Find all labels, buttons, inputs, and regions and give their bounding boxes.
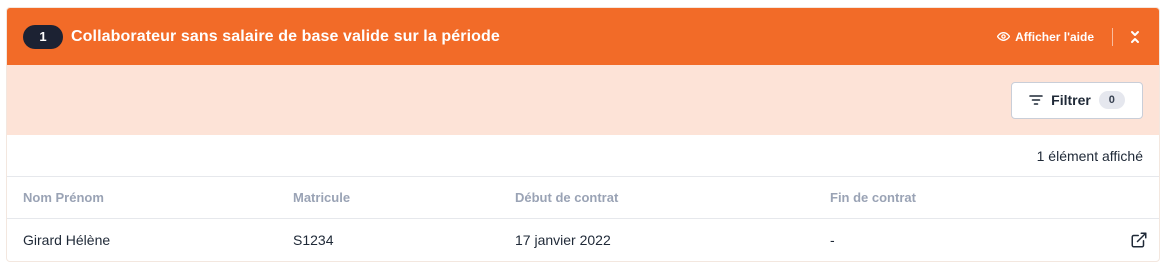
panel-title: Collaborateur sans salaire de base valid…	[71, 27, 500, 45]
filter-toolbar: Filtrer 0	[7, 65, 1159, 135]
result-count: 1 élément affiché	[7, 135, 1159, 177]
filter-lines-icon	[1029, 95, 1043, 105]
cell-matricule: S1234	[293, 232, 334, 248]
collapse-button[interactable]	[1127, 27, 1143, 47]
cell-start-date: 17 janvier 2022	[515, 232, 611, 248]
anomaly-panel: 1 Collaborateur sans salaire de base val…	[6, 7, 1160, 262]
header-divider	[1112, 27, 1113, 46]
count-badge: 1	[23, 24, 63, 49]
cell-name: Girard Hélène	[23, 232, 111, 248]
column-header-end-date[interactable]: Fin de contrat	[830, 190, 1159, 205]
eye-icon	[997, 32, 1011, 41]
filter-button[interactable]: Filtrer 0	[1011, 81, 1143, 119]
external-link-icon	[1131, 232, 1147, 248]
column-header-name[interactable]: Nom Prénom	[23, 190, 293, 205]
panel-header: 1 Collaborateur sans salaire de base val…	[7, 8, 1159, 65]
cell-end-date: -	[830, 232, 835, 248]
show-help-label: Afficher l'aide	[1015, 29, 1094, 44]
show-help-button[interactable]: Afficher l'aide	[997, 30, 1094, 44]
filter-label: Filtrer	[1051, 92, 1091, 108]
table-row[interactable]: Girard Hélène S1234 17 janvier 2022 -	[7, 219, 1159, 261]
table-header: Nom Prénom Matricule Début de contrat Fi…	[7, 177, 1159, 219]
chevron-collapse-icon	[1131, 30, 1139, 43]
column-header-start-date[interactable]: Début de contrat	[515, 190, 830, 205]
open-employee-button[interactable]	[1119, 231, 1159, 249]
column-header-matricule[interactable]: Matricule	[293, 190, 515, 205]
filter-count-badge: 0	[1098, 91, 1125, 109]
